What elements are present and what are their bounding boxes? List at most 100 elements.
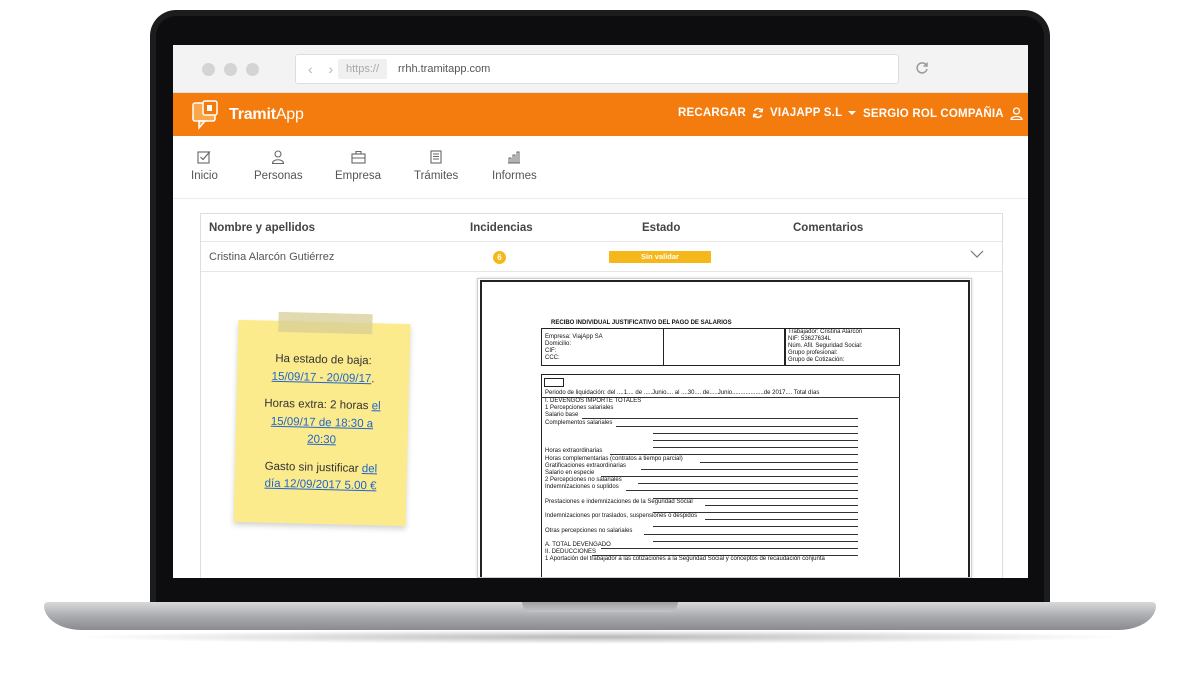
fill-line <box>705 519 858 521</box>
fill-line <box>582 418 858 420</box>
baja-suffix: . <box>371 372 375 385</box>
logo-text: TramitApp <box>229 106 304 124</box>
document-line: Horas complementarias (contratos a tiemp… <box>545 455 683 462</box>
document-line: Salario base <box>545 412 579 419</box>
chevron-down-icon[interactable] <box>970 250 984 259</box>
middle-box <box>663 328 785 366</box>
main-nav: Inicio Personas Empresa Trámites Informe… <box>173 136 1028 199</box>
incidencias-badge: 6 <box>493 251 506 264</box>
logo-icon <box>192 100 218 131</box>
table-row[interactable]: Cristina Alarcón Gutiérrez 6 Sin validar <box>201 242 1002 272</box>
document-line: I. DEVENGOS IMPORTE TOTALES <box>545 398 642 404</box>
document-line: Otras percepciones no salariales <box>545 527 633 534</box>
logo-text-bold: Tramit <box>229 106 276 123</box>
checkbox-box <box>544 378 564 387</box>
employee-name: Cristina Alarcón Gutiérrez <box>209 251 335 263</box>
empresa-line: Empresa: ViajApp SA <box>545 334 603 340</box>
horas-extra-text: Horas extra: 2 horas <box>264 397 369 413</box>
refresh-icon <box>752 107 764 119</box>
document-line: Indemnizaciones o suplidos <box>545 484 619 491</box>
check-square-icon <box>197 151 211 164</box>
document-line: Complementos salariales <box>545 419 613 426</box>
window-minimize-dot[interactable] <box>224 63 237 76</box>
tab-tramites-label: Trámites <box>414 170 459 182</box>
column-header-comentarios[interactable]: Comentarios <box>793 222 863 234</box>
document-line: 2 Percepciones no salariales <box>545 477 622 484</box>
trabajador-line: Núm. Afil. Seguridad Social: <box>788 343 863 349</box>
fill-line <box>641 468 858 470</box>
browser-reload-icon[interactable] <box>913 59 931 77</box>
sticky-tape <box>278 311 373 335</box>
empresa-line: CIF: <box>545 348 557 354</box>
fill-line <box>653 440 858 441</box>
table-header: Nombre y apellidos Incidencias Estado Co… <box>201 214 1002 242</box>
column-header-estado[interactable]: Estado <box>642 222 680 234</box>
address-bar[interactable]: ‹ › https:// rrhh.tramitapp.com <box>295 54 899 84</box>
browser-chrome: ‹ › https:// rrhh.tramitapp.com <box>173 45 1028 93</box>
user-menu[interactable]: SERGIO ROL COMPAÑIA <box>863 107 1023 120</box>
fill-line <box>644 533 858 535</box>
fill-line <box>653 447 858 449</box>
logo-text-light: App <box>275 106 304 123</box>
tab-tramites[interactable]: Trámites <box>414 150 458 182</box>
document-line: Horas extraordinarias <box>545 448 603 455</box>
fill-line <box>616 425 858 427</box>
fill-line <box>600 548 858 549</box>
url-text[interactable]: rrhh.tramitapp.com <box>398 63 490 75</box>
trabajador-line: Grupo profesional: <box>788 350 838 356</box>
person-icon <box>272 150 285 164</box>
document-line: Gratificaciones extraordinarias <box>545 462 627 469</box>
app-header: TramitApp RECARGAR VIAJAPP S.L SERGIO RO… <box>173 93 1028 136</box>
window-maximize-dot[interactable] <box>246 63 259 76</box>
trabajador-line: Grupo de Cotización: <box>788 357 845 363</box>
fill-line <box>653 432 858 434</box>
reload-button[interactable]: RECARGAR <box>678 107 764 119</box>
tab-inicio[interactable]: Inicio <box>191 150 218 182</box>
document-line: Prestaciones e indemnizaciones de la Seg… <box>545 498 693 505</box>
screen: ‹ › https:// rrhh.tramitapp.com TramitAp… <box>173 45 1028 578</box>
tab-inicio-label: Inicio <box>191 170 218 182</box>
tab-personas-label: Personas <box>254 170 303 182</box>
gasto-text: Gasto sin justificar <box>264 460 359 475</box>
document-line: 1 Percepciones salariales <box>545 405 614 412</box>
fill-line <box>600 476 858 477</box>
company-selector[interactable]: VIAJAPP S.L <box>770 107 857 119</box>
fill-line <box>705 504 858 506</box>
reload-label: RECARGAR <box>678 107 747 119</box>
laptop-shadow <box>70 630 1130 644</box>
tramitapp-logo[interactable]: TramitApp <box>191 99 304 131</box>
trabajador-line: NIF: 53627634L <box>788 336 832 342</box>
tab-informes[interactable]: Informes <box>492 150 537 182</box>
fill-line <box>653 526 858 528</box>
document-line: Indemnizaciones por traslados, suspensio… <box>545 513 698 520</box>
horas-extra-link-3[interactable]: 20:30 <box>307 434 336 447</box>
column-header-name[interactable]: Nombre y apellidos <box>209 222 315 234</box>
gasto-link-2[interactable]: día 12/09/2017 5.00 € <box>264 478 376 493</box>
tab-empresa-label: Empresa <box>335 170 382 182</box>
document-title: RECIBO INDIVIDUAL JUSTIFICATIVO DEL PAGO… <box>551 320 732 326</box>
payslip-document: RECIBO INDIVIDUAL JUSTIFICATIVO DEL PAGO… <box>477 278 972 578</box>
window-close-dot[interactable] <box>202 63 215 76</box>
nav-arrows-icon[interactable]: ‹ › <box>308 61 339 77</box>
document-icon <box>430 150 442 164</box>
tab-personas[interactable]: Personas <box>254 150 303 182</box>
url-protocol: https:// <box>338 59 388 79</box>
empresa-line: Domicilio: <box>545 341 572 347</box>
laptop-notch <box>522 602 678 612</box>
column-header-incidencias[interactable]: Incidencias <box>470 222 533 234</box>
document-line: 1 Aportación del trabajador a las cotiza… <box>545 556 825 563</box>
tab-informes-label: Informes <box>492 170 537 182</box>
fill-line <box>625 490 858 492</box>
document-line: II. DEDUCCIONES <box>545 549 597 556</box>
tab-empresa[interactable]: Empresa <box>335 150 381 182</box>
briefcase-icon <box>350 150 366 164</box>
gasto-link-1[interactable]: del <box>362 462 378 474</box>
empresa-line: CCC: <box>545 355 560 361</box>
bar-chart-icon <box>508 151 521 164</box>
horas-extra-link-2[interactable]: 15/09/17 de 18:30 a <box>271 415 374 429</box>
baja-dates-link[interactable]: 15/09/17 - 20/09/17 <box>271 370 371 384</box>
sticky-note: Ha estado de baja: 15/09/17 - 20/09/17. … <box>233 311 411 527</box>
horas-extra-link-1[interactable]: el <box>371 400 380 412</box>
fill-line <box>700 461 858 463</box>
fill-line <box>638 483 858 485</box>
